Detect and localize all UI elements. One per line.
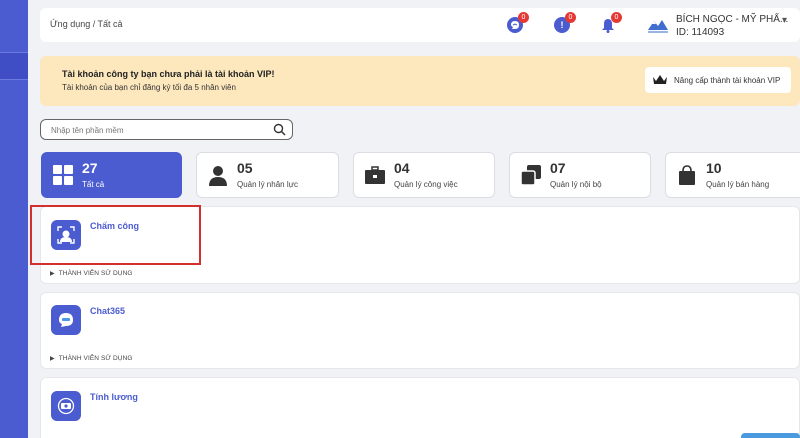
person-icon [209,166,227,186]
search-icon[interactable] [273,123,286,136]
chat-icon[interactable]: 0 [507,12,529,33]
breadcrumb[interactable]: Ứng dụng / Tất cả [50,19,123,29]
vip-description: Tài khoản của bạn chỉ đăng ký tối đa 5 n… [62,83,236,92]
bell-icon[interactable]: 0 [600,12,622,33]
vip-banner: Tài khoản công ty bạn chưa phải là tài k… [40,56,800,106]
chat-badge: 0 [518,12,529,23]
category-hr[interactable]: 05 Quản lý nhân lực [196,152,339,198]
category-count: 04 [394,160,410,176]
category-label: Quản lý công việc [394,180,458,189]
crown-icon [653,75,667,84]
app-name[interactable]: Tính lương [90,392,138,402]
chevron-down-icon[interactable]: ▾ [782,15,787,26]
category-sales[interactable]: 10 Quản lý bán hàng [665,152,800,198]
category-label: Tất cả [82,180,105,189]
members-label: THÀNH VIÊN SỬ DỤNG [58,270,133,277]
category-label: Quản lý nhân lực [237,180,298,189]
category-label: Quản lý bán hàng [706,180,770,189]
top-bar: Ứng dụng / Tất cả 0 ! 0 0 BÍCH NGỌC - MỸ… [40,8,800,42]
payroll-icon [51,391,81,421]
category-internal[interactable]: 07 Quản lý nội bộ [509,152,651,198]
floating-button[interactable] [741,433,800,438]
briefcase-icon [365,166,385,184]
members-toggle[interactable]: ▶ THÀNH VIÊN SỬ DỤNG [50,270,133,277]
members-toggle[interactable]: ▶ THÀNH VIÊN SỬ DỤNG [50,355,133,362]
app-card-chat365[interactable]: Chat365 ▶ THÀNH VIÊN SỬ DỤNG [40,292,800,369]
category-work[interactable]: 04 Quản lý công việc [353,152,495,198]
members-label: THÀNH VIÊN SỬ DỤNG [58,355,133,362]
bell-badge: 0 [611,12,622,23]
category-count: 27 [82,160,98,176]
vip-title: Tài khoản công ty bạn chưa phải là tài k… [62,69,275,79]
app-name[interactable]: Chat365 [90,306,125,316]
category-count: 10 [706,160,722,176]
category-count: 05 [237,160,253,176]
sidebar-active-item[interactable] [0,52,28,80]
sidebar [0,0,28,438]
alert-icon[interactable]: ! 0 [554,12,576,33]
company-name[interactable]: BÍCH NGỌC - MỸ PHẨ... [676,14,788,25]
shopping-bag-icon [679,165,695,185]
upgrade-vip-button[interactable]: Nâng cấp thành tài khoản VIP [645,67,791,93]
upgrade-vip-label: Nâng cấp thành tài khoản VIP [674,75,781,85]
copy-icon [520,165,541,186]
category-count: 07 [550,160,566,176]
search-box [40,119,293,140]
app-card-tinh-luong[interactable]: Tính lương [40,377,800,438]
exclamation-glyph: ! [560,20,564,30]
alert-badge: 0 [565,12,576,23]
category-label: Quản lý nội bộ [550,180,602,189]
company-id: ID: 114093 [676,27,725,38]
category-all[interactable]: 27 Tất cả [41,152,182,198]
company-logo [648,20,668,33]
search-input[interactable] [51,123,261,137]
chat365-icon [51,305,81,335]
grid-icon [53,165,73,185]
highlight-box [30,205,201,265]
caret-right-icon: ▶ [50,271,55,277]
caret-right-icon: ▶ [50,356,55,362]
